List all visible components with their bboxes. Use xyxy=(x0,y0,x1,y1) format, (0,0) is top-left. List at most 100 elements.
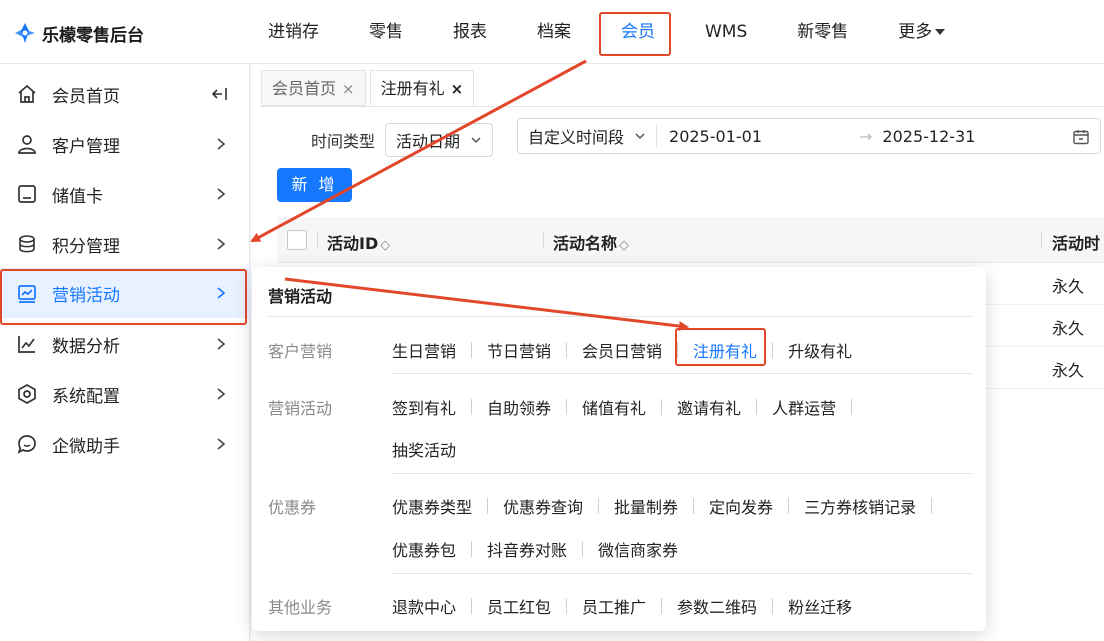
sort-icon[interactable]: ◇ xyxy=(380,238,390,253)
user-icon xyxy=(18,135,36,154)
close-icon[interactable]: × xyxy=(342,80,355,98)
menu-link-param-qrcode[interactable]: 参数二维码 xyxy=(677,594,757,618)
popover-divider xyxy=(392,573,972,574)
sort-icon[interactable]: ◇ xyxy=(619,238,629,253)
menu-link-targeted-issue[interactable]: 定向发券 xyxy=(709,494,773,518)
sidebar-item-member-home[interactable]: 会员首页 xyxy=(0,69,250,119)
menu-link-refund-center[interactable]: 退款中心 xyxy=(392,594,456,618)
sidebar-item-stored-card[interactable]: 储值卡 xyxy=(0,169,250,219)
chevron-right-icon xyxy=(217,238,226,250)
topnav-xinlingshou[interactable]: 新零售 xyxy=(779,0,866,64)
chevron-right-icon xyxy=(217,438,226,450)
card-icon xyxy=(18,185,36,203)
coins-icon xyxy=(19,235,35,253)
cell-activity-time: 永久 xyxy=(1052,319,1085,338)
menu-link-checkin[interactable]: 签到有礼 xyxy=(392,395,456,419)
column-label: 活动ID xyxy=(327,234,379,253)
collapse-sidebar-icon[interactable] xyxy=(210,84,232,104)
column-divider xyxy=(317,231,318,249)
range-type-value: 自定义时间段 xyxy=(528,128,625,147)
category-marketing-activity: 营销活动 xyxy=(268,399,333,418)
brand-logo-icon xyxy=(15,23,35,43)
sidebar-item-settings[interactable]: 系统配置 xyxy=(0,369,250,419)
sidebar-item-marketing[interactable]: 营销活动 xyxy=(0,268,250,325)
menu-link-self-coupon[interactable]: 自助领券 xyxy=(487,395,551,419)
menu-link-batch-coupons[interactable]: 批量制券 xyxy=(614,494,678,518)
sidebar-item-label: 储值卡 xyxy=(52,186,103,207)
menu-separator xyxy=(788,498,790,514)
sidebar-item-label: 系统配置 xyxy=(52,386,120,407)
topnav-jinxiaocun[interactable]: 进销存 xyxy=(250,0,337,64)
topnav-lingshou[interactable]: 零售 xyxy=(351,0,421,64)
menu-link-coupon-query[interactable]: 优惠券查询 xyxy=(503,494,583,518)
menu-link-invite-gift[interactable]: 邀请有礼 xyxy=(677,395,741,419)
sidebar-item-label: 数据分析 xyxy=(52,336,120,357)
topnav-wms[interactable]: WMS xyxy=(687,0,765,64)
sidebar-item-label: 积分管理 xyxy=(52,236,120,257)
range-type-select[interactable]: 自定义时间段 xyxy=(518,125,658,147)
menu-separator xyxy=(772,598,774,614)
add-button[interactable]: 新 增 xyxy=(277,168,352,202)
topnav-dangan[interactable]: 档案 xyxy=(519,0,589,64)
menu-row: 抽奖活动 xyxy=(392,437,456,461)
menu-link-lottery[interactable]: 抽奖活动 xyxy=(392,437,456,461)
menu-link-coupon-pack[interactable]: 优惠券包 xyxy=(392,537,456,561)
menu-link-register-gift[interactable]: 注册有礼 xyxy=(675,328,767,366)
settings-hex-icon xyxy=(18,384,36,404)
menu-link-third-party-redeem[interactable]: 三方券核销记录 xyxy=(804,494,916,518)
menu-separator xyxy=(566,598,568,614)
menu-link-staff-redpacket[interactable]: 员工红包 xyxy=(487,594,551,618)
column-activity-time[interactable]: 活动时 xyxy=(1052,230,1100,254)
menu-link-festival[interactable]: 节日营销 xyxy=(487,338,551,362)
topnav-huiyuan[interactable]: 会员 xyxy=(599,0,673,64)
menu-row: 签到有礼 自助领券 储值有礼 邀请有礼 人群运营 xyxy=(392,395,867,419)
menu-link-coupon-types[interactable]: 优惠券类型 xyxy=(392,494,472,518)
column-divider xyxy=(1041,231,1042,249)
menu-separator xyxy=(931,498,933,514)
menu-link-wechat-merchant-coupon[interactable]: 微信商家券 xyxy=(598,537,678,561)
select-all-checkbox[interactable] xyxy=(287,230,307,250)
menu-row: 优惠券包 抖音券对账 微信商家券 xyxy=(392,537,678,561)
end-date-input[interactable]: 2025-12-31 xyxy=(882,127,975,146)
time-type-filter: 时间类型 活动日期 xyxy=(311,122,494,158)
menu-link-fan-migration[interactable]: 粉丝迁移 xyxy=(788,594,852,618)
menu-separator xyxy=(471,541,473,557)
topnav-more[interactable]: 更多 xyxy=(880,0,963,64)
menu-separator xyxy=(598,498,600,514)
chevron-right-icon xyxy=(217,188,226,200)
tab-member-home[interactable]: 会员首页 × xyxy=(261,70,366,106)
chevron-right-icon xyxy=(217,138,226,150)
sidebar-item-points[interactable]: 积分管理 xyxy=(0,219,250,269)
menu-link-staff-promotion[interactable]: 员工推广 xyxy=(582,594,646,618)
column-activity-id[interactable]: 活动ID ◇ xyxy=(327,230,390,254)
sidebar-item-wecom[interactable]: 企微助手 xyxy=(0,419,250,469)
tab-register-gift[interactable]: 注册有礼 × xyxy=(369,70,475,106)
menu-link-douyin-reconcile[interactable]: 抖音券对账 xyxy=(487,537,567,561)
sidebar-item-customers[interactable]: 客户管理 xyxy=(0,119,250,169)
time-type-label: 时间类型 xyxy=(311,132,376,151)
menu-separator xyxy=(772,342,774,358)
sidebar-item-analytics[interactable]: 数据分析 xyxy=(0,319,250,369)
caret-down-icon xyxy=(935,29,946,35)
menu-separator xyxy=(471,598,473,614)
column-divider xyxy=(543,231,544,249)
menu-link-crowd-ops[interactable]: 人群运营 xyxy=(772,395,836,419)
menu-link-recharge-gift[interactable]: 储值有礼 xyxy=(582,395,646,419)
time-type-select[interactable]: 活动日期 xyxy=(385,123,494,157)
close-icon[interactable]: × xyxy=(451,80,464,98)
calendar-icon[interactable] xyxy=(1072,128,1090,146)
menu-link-member-day[interactable]: 会员日营销 xyxy=(582,338,662,362)
menu-link-upgrade-gift[interactable]: 升级有礼 xyxy=(788,338,852,362)
menu-row: 退款中心 员工红包 员工推广 参数二维码 粉丝迁移 xyxy=(392,594,852,618)
date-range-picker[interactable]: 自定义时间段 2025-01-01 → 2025-12-31 xyxy=(517,118,1101,154)
topnav-baobiao[interactable]: 报表 xyxy=(435,0,505,64)
start-date-input[interactable]: 2025-01-01 xyxy=(669,127,859,146)
chevron-right-icon xyxy=(217,338,226,350)
popover-title: 营销活动 xyxy=(268,287,333,306)
menu-separator xyxy=(566,399,568,415)
menu-separator xyxy=(566,342,568,358)
brand[interactable]: 乐檬零售后台 xyxy=(14,20,144,46)
annotation-highlight-box xyxy=(675,328,767,366)
column-activity-name[interactable]: 活动名称 ◇ xyxy=(553,230,629,254)
menu-link-birthday[interactable]: 生日营销 xyxy=(392,338,456,362)
